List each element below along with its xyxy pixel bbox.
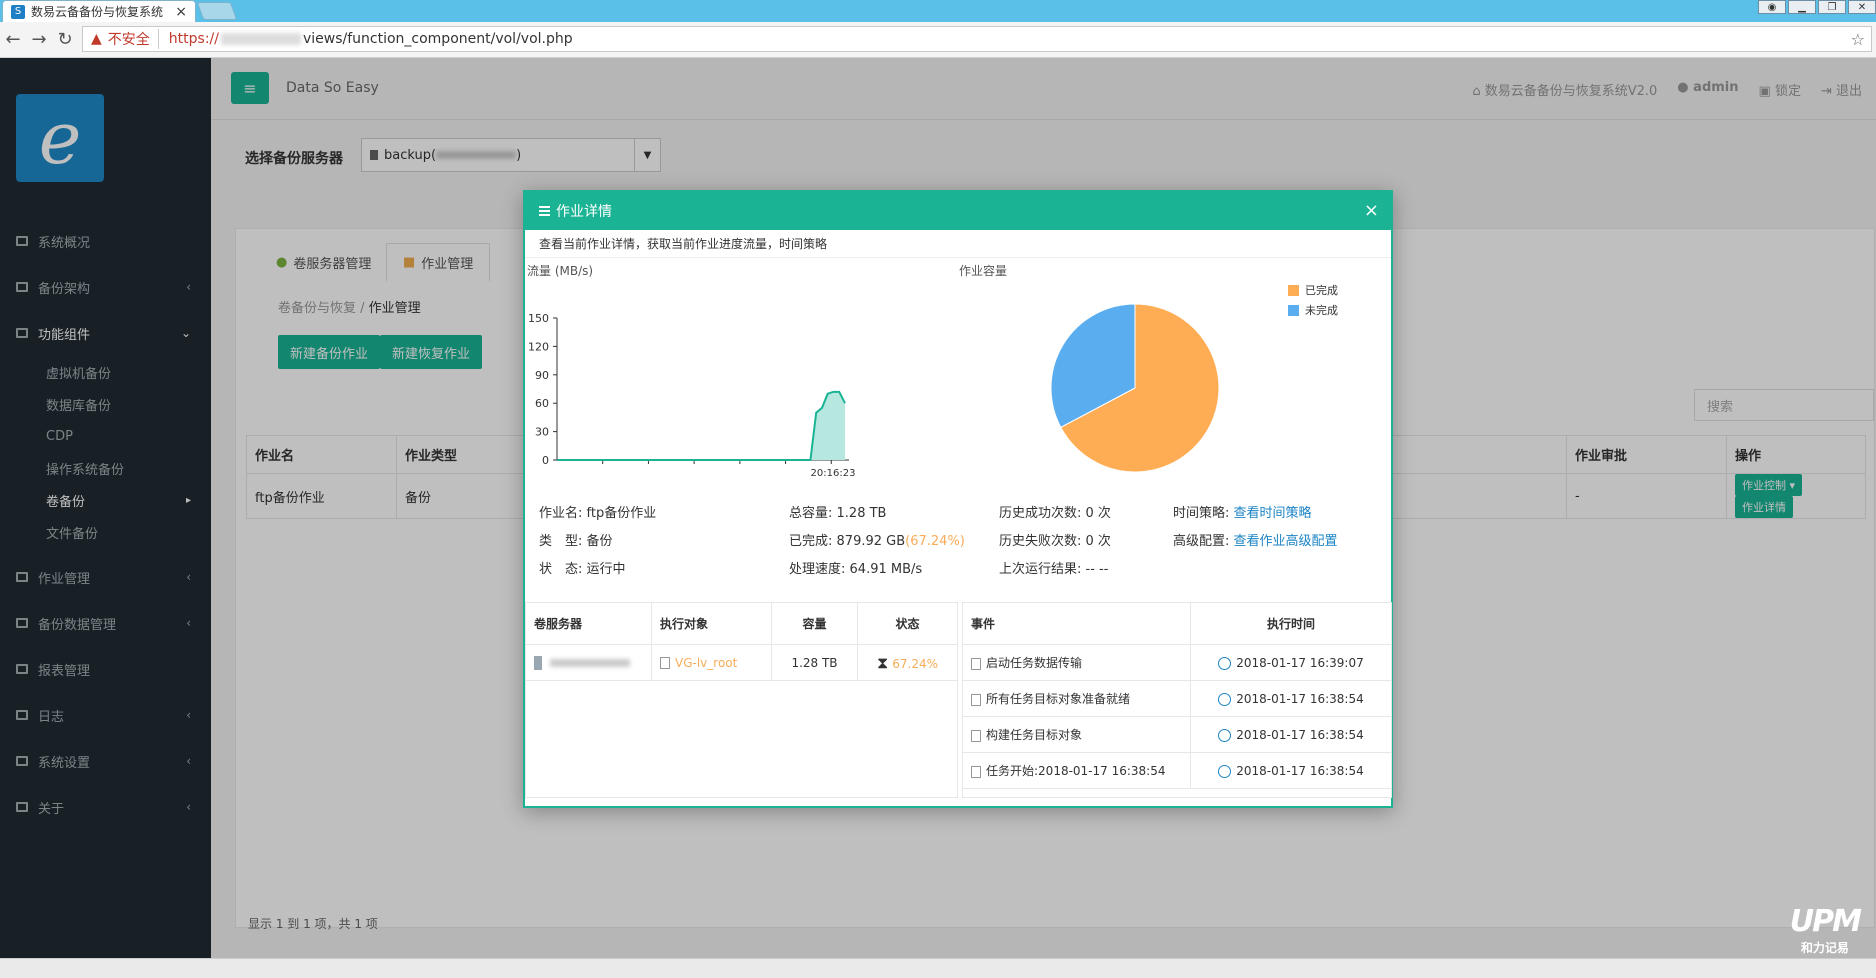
y-tick-label: 90 <box>535 369 549 382</box>
info-speed: 处理速度: 64.91 MB/s <box>789 562 923 577</box>
window-controls: ◉ ▁ ❐ ✕ <box>1758 0 1876 14</box>
info-status: 状 态: 运行中 <box>539 562 626 577</box>
col-exec-object: 执行对象 <box>651 602 772 645</box>
browser-titlebar: S 数易云备备份与恢复系统 × ◉ ▁ ❐ ✕ <box>0 0 1876 22</box>
minimize-icon[interactable]: ▁ <box>1788 0 1816 14</box>
watermark-logo: UPM <box>1789 904 1862 939</box>
legend-item-pending: 未完成 <box>1288 302 1338 318</box>
y-tick-label: 60 <box>535 397 549 410</box>
x-tick-label: 20:16:23 <box>811 468 856 479</box>
y-tick-label: 150 <box>528 312 549 325</box>
bookmark-star-icon[interactable]: ☆ <box>1851 30 1865 49</box>
watermark: UPM 和力记易 <box>1789 904 1862 956</box>
modal-title: 作业详情 <box>556 204 612 220</box>
clock-icon <box>1218 728 1232 742</box>
table-row: 构建任务目标对象 2018-01-17 16:38:54 <box>962 716 1392 753</box>
server-icon <box>534 655 542 670</box>
job-info: 作业名: ftp备份作业 类 型: 备份 状 态: 运行中 总容量: 1.28 … <box>525 492 1395 592</box>
time-policy-link[interactable]: 查看时间策略 <box>1234 506 1312 521</box>
server-name-redacted <box>550 658 630 667</box>
col-volume-server: 卷服务器 <box>525 602 652 645</box>
info-total: 总容量: 1.28 TB <box>789 506 887 521</box>
insecure-label: 不安全 <box>108 29 159 49</box>
col-exec-time: 执行时间 <box>1190 602 1392 645</box>
url-scheme: https:// <box>168 31 219 47</box>
info-fail-count: 历史失败次数: 0 次 <box>999 534 1111 549</box>
browser-tab[interactable]: S 数易云备备份与恢复系统 × <box>2 0 196 22</box>
table-row: 启动任务数据传输 2018-01-17 16:39:07 <box>962 644 1392 681</box>
cell-capacity: 1.28 TB <box>771 644 858 681</box>
tab-title: 数易云备备份与恢复系统 <box>31 5 164 19</box>
y-tick-label: 30 <box>535 426 549 439</box>
hourglass-icon: ⧗ <box>877 652 889 672</box>
capacity-pie-chart <box>1050 303 1220 473</box>
table-row: 任务开始:2018-01-17 16:38:54 2018-01-17 16:3… <box>962 752 1392 789</box>
y-tick-label: 0 <box>542 454 549 467</box>
clock-icon <box>1218 656 1232 670</box>
address-bar: ← → ↻ ▲ 不安全 https:// views/function_comp… <box>0 22 1876 58</box>
col-status: 状态 <box>857 602 958 645</box>
watermark-text: 和力记易 <box>1800 941 1849 955</box>
capacity-chart-label: 作业容量 <box>959 264 1008 278</box>
cell-volume-server <box>525 644 652 681</box>
flow-chart-label: 流量 (MB/s) <box>527 264 594 278</box>
tab-close-icon[interactable]: × <box>175 4 187 20</box>
legend-item-done: 已完成 <box>1288 282 1338 298</box>
pie-legend: 已完成 未完成 <box>1288 282 1338 322</box>
info-success-count: 历史成功次数: 0 次 <box>999 506 1111 521</box>
flow-area <box>557 391 845 460</box>
info-time-policy: 时间策略: 查看时间策略 <box>1173 506 1312 521</box>
favicon-icon: S <box>11 4 25 19</box>
new-tab-button[interactable] <box>196 2 238 20</box>
url-path: views/function_component/vol/vol.php <box>302 31 573 47</box>
col-event: 事件 <box>962 602 1191 645</box>
modal-subtitle: 查看当前作业详情，获取当前作业进度流量，时间策略 <box>525 230 1391 258</box>
url-host-redacted <box>220 33 301 45</box>
advanced-config-link[interactable]: 查看作业高级配置 <box>1234 534 1338 549</box>
event-table: 事件 执行时间 启动任务数据传输 2018-01-17 16:39:07 所有任… <box>962 602 1392 789</box>
forward-icon[interactable]: → <box>26 29 52 50</box>
flow-line-chart: 0 30 60 90 120 150 20:16:23 <box>528 312 856 479</box>
list-icon <box>539 206 550 216</box>
volume-table: 卷服务器 执行对象 容量 状态 VG-lv_root 1.28 TB ⧗ 67.2… <box>525 602 958 681</box>
maximize-icon[interactable]: ❐ <box>1818 0 1846 14</box>
close-window-icon[interactable]: ✕ <box>1848 0 1876 14</box>
flow-line <box>557 390 846 461</box>
modal-close-icon[interactable]: × <box>1364 200 1379 221</box>
info-advanced: 高级配置: 查看作业高级配置 <box>1173 534 1338 549</box>
info-done: 已完成: 879.92 GB(67.24%) <box>789 534 965 549</box>
file-icon <box>971 693 981 706</box>
warning-icon: ▲ <box>91 31 102 47</box>
info-type: 类 型: 备份 <box>539 534 613 549</box>
horizontal-scrollbar[interactable] <box>0 958 1876 978</box>
y-tick-label: 120 <box>528 340 549 353</box>
job-detail-modal: 作业详情 × 查看当前作业详情，获取当前作业进度流量，时间策略 流量 (MB/s… <box>523 190 1393 808</box>
disk-icon <box>660 657 670 669</box>
clock-icon <box>1218 692 1232 706</box>
file-icon <box>971 657 981 670</box>
file-icon <box>971 729 981 742</box>
back-icon[interactable]: ← <box>0 29 26 50</box>
reload-icon[interactable]: ↻ <box>52 29 78 50</box>
file-icon <box>971 765 981 778</box>
table-row: VG-lv_root 1.28 TB ⧗ 67.24% <box>525 644 958 681</box>
user-icon[interactable]: ◉ <box>1758 0 1786 14</box>
info-last-result: 上次运行结果: -- -- <box>999 562 1109 577</box>
info-job-name: 作业名: ftp备份作业 <box>539 506 657 521</box>
clock-icon <box>1218 764 1232 778</box>
modal-header: 作业详情 × <box>525 192 1391 230</box>
url-input[interactable]: ▲ 不安全 https:// views/function_component/… <box>82 26 1872 52</box>
cell-exec-object: VG-lv_root <box>651 644 772 681</box>
cell-status: ⧗ 67.24% <box>857 644 958 681</box>
table-row: 所有任务目标对象准备就绪 2018-01-17 16:38:54 <box>962 680 1392 717</box>
col-capacity: 容量 <box>771 602 858 645</box>
